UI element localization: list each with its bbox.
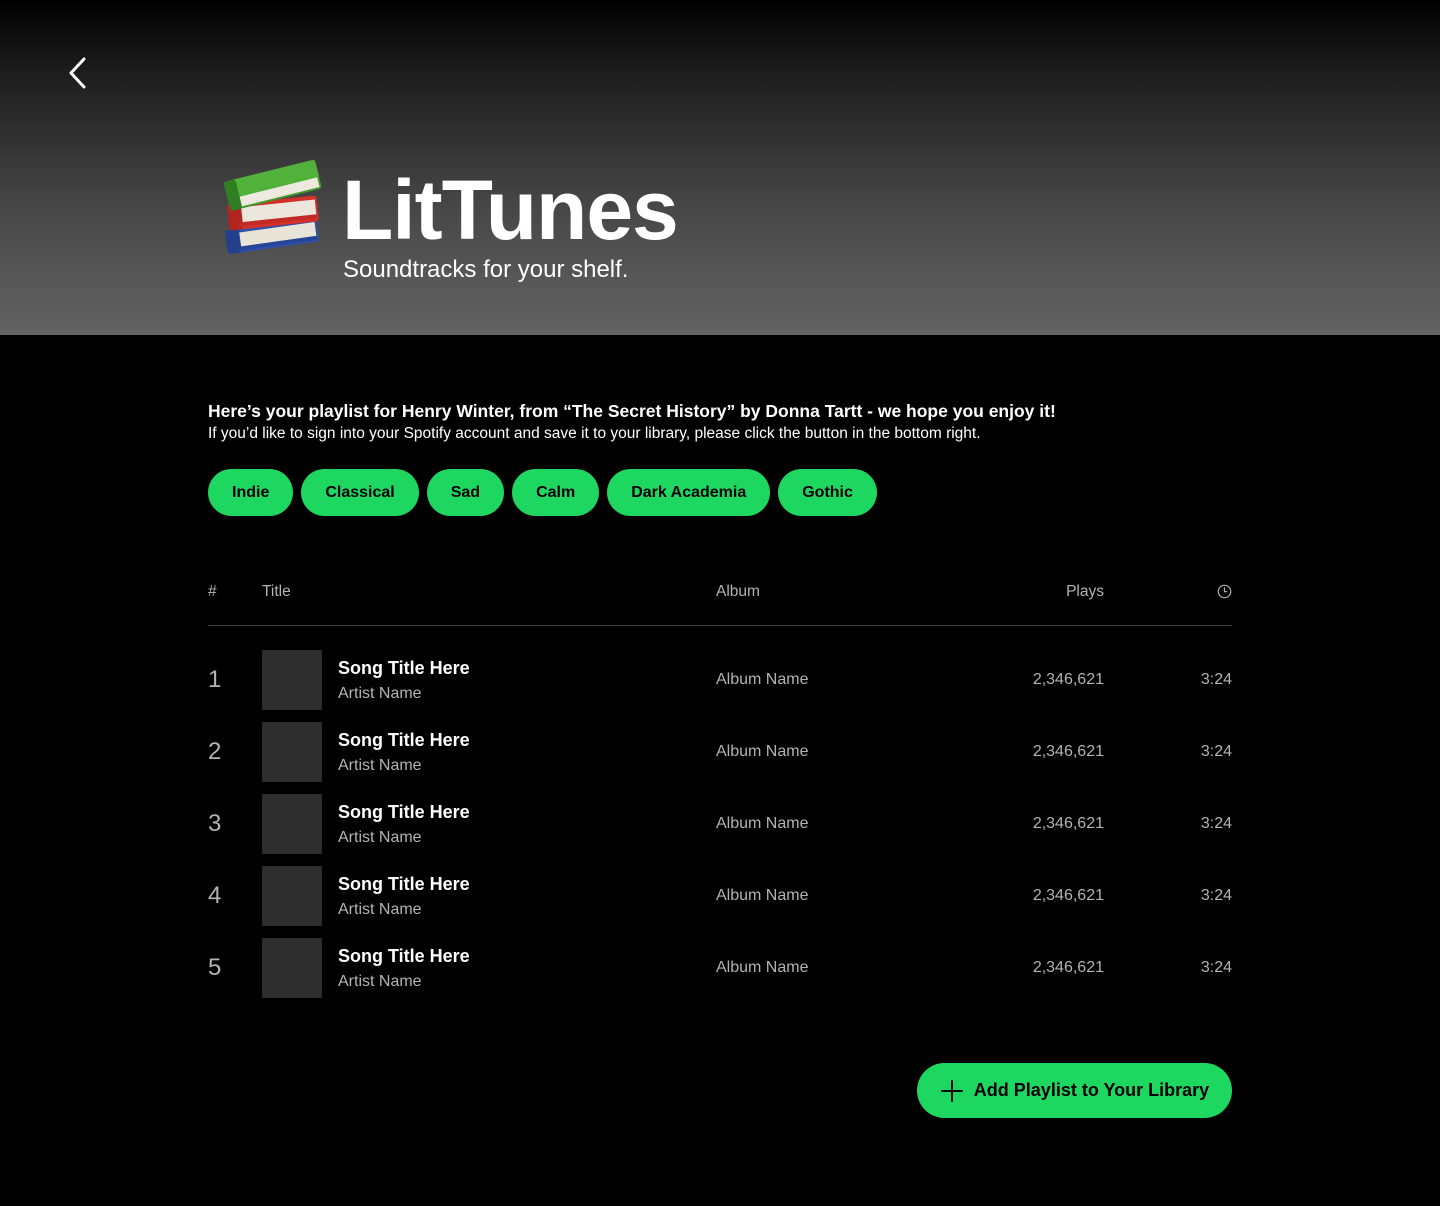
table-row[interactable]: 3 Song Title Here Artist Name Album Name…	[208, 794, 1232, 866]
add-playlist-label: Add Playlist to Your Library	[973, 1080, 1210, 1100]
header-banner: LitTunes Soundtracks for your shelf.	[0, 0, 1440, 335]
add-playlist-button[interactable]: Add Playlist to Your Library	[917, 1063, 1232, 1118]
tag-calm[interactable]: Calm	[512, 469, 600, 516]
table-row[interactable]: 4 Song Title Here Artist Name Album Name…	[208, 866, 1232, 938]
artist-name[interactable]: Artist Name	[338, 684, 422, 704]
artist-name[interactable]: Artist Name	[338, 972, 422, 992]
track-duration: 3:24	[1200, 671, 1232, 688]
tag-classical[interactable]: Classical	[301, 469, 419, 516]
clock-icon	[1217, 584, 1232, 599]
track-duration: 3:24	[1200, 743, 1232, 760]
song-title[interactable]: Song Title Here	[338, 873, 470, 895]
track-number: 4	[208, 882, 222, 909]
table-row[interactable]: 1 Song Title Here Artist Name Album Name…	[208, 650, 1232, 722]
album-name[interactable]: Album Name	[716, 958, 808, 978]
track-duration: 3:24	[1200, 815, 1232, 832]
artist-name[interactable]: Artist Name	[338, 900, 422, 920]
back-button[interactable]	[58, 52, 96, 94]
table-header: # Title Album Plays	[208, 570, 1232, 626]
artist-name[interactable]: Artist Name	[338, 756, 422, 776]
track-duration: 3:24	[1200, 959, 1232, 976]
play-count: 2,346,621	[1032, 815, 1104, 832]
album-cover	[262, 866, 322, 926]
table-row[interactable]: 5 Song Title Here Artist Name Album Name…	[208, 938, 1232, 1010]
tag-dark-academia[interactable]: Dark Academia	[607, 469, 771, 516]
playlist-intro-heading: Here’s your playlist for Henry Winter, f…	[208, 401, 1056, 421]
track-table: # Title Album Plays 1 Song Title Here Ar…	[208, 570, 1232, 1010]
album-cover	[262, 794, 322, 854]
app-tagline: Soundtracks for your shelf.	[343, 256, 629, 283]
play-count: 2,346,621	[1032, 887, 1104, 904]
header-plays: Plays	[1066, 583, 1104, 600]
table-row[interactable]: 2 Song Title Here Artist Name Album Name…	[208, 722, 1232, 794]
track-number: 2	[208, 738, 222, 765]
app-title: LitTunes	[342, 163, 679, 257]
song-title[interactable]: Song Title Here	[338, 729, 470, 751]
song-title[interactable]: Song Title Here	[338, 657, 470, 679]
playlist-intro-text: If you’d like to sign into your Spotify …	[208, 425, 981, 442]
plus-icon	[940, 1079, 964, 1103]
header-number: #	[208, 583, 217, 600]
album-name[interactable]: Album Name	[716, 886, 808, 906]
tag-sad[interactable]: Sad	[426, 469, 505, 516]
track-duration: 3:24	[1200, 887, 1232, 904]
album-cover	[262, 722, 322, 782]
play-count: 2,346,621	[1032, 959, 1104, 976]
tag-gothic[interactable]: Gothic	[778, 469, 877, 516]
album-name[interactable]: Album Name	[716, 670, 808, 690]
playlist-page: LitTunes Soundtracks for your shelf. Her…	[0, 0, 1440, 1206]
books-icon	[212, 148, 330, 266]
album-name[interactable]: Album Name	[716, 814, 808, 834]
chevron-left-icon	[69, 57, 86, 89]
track-number: 1	[208, 666, 222, 693]
album-cover	[262, 650, 322, 710]
play-count: 2,346,621	[1032, 743, 1104, 760]
header-album: Album	[716, 583, 760, 600]
artist-name[interactable]: Artist Name	[338, 828, 422, 848]
track-list: 1 Song Title Here Artist Name Album Name…	[208, 650, 1232, 1010]
album-name[interactable]: Album Name	[716, 742, 808, 762]
tag-indie[interactable]: Indie	[208, 469, 294, 516]
track-number: 5	[208, 954, 222, 981]
header-title: Title	[262, 583, 291, 600]
song-title[interactable]: Song Title Here	[338, 801, 470, 823]
song-title[interactable]: Song Title Here	[338, 945, 470, 967]
genre-tags: Indie Classical Sad Calm Dark Academia G…	[208, 469, 877, 516]
track-number: 3	[208, 810, 222, 837]
play-count: 2,346,621	[1032, 671, 1104, 688]
album-cover	[262, 938, 322, 998]
